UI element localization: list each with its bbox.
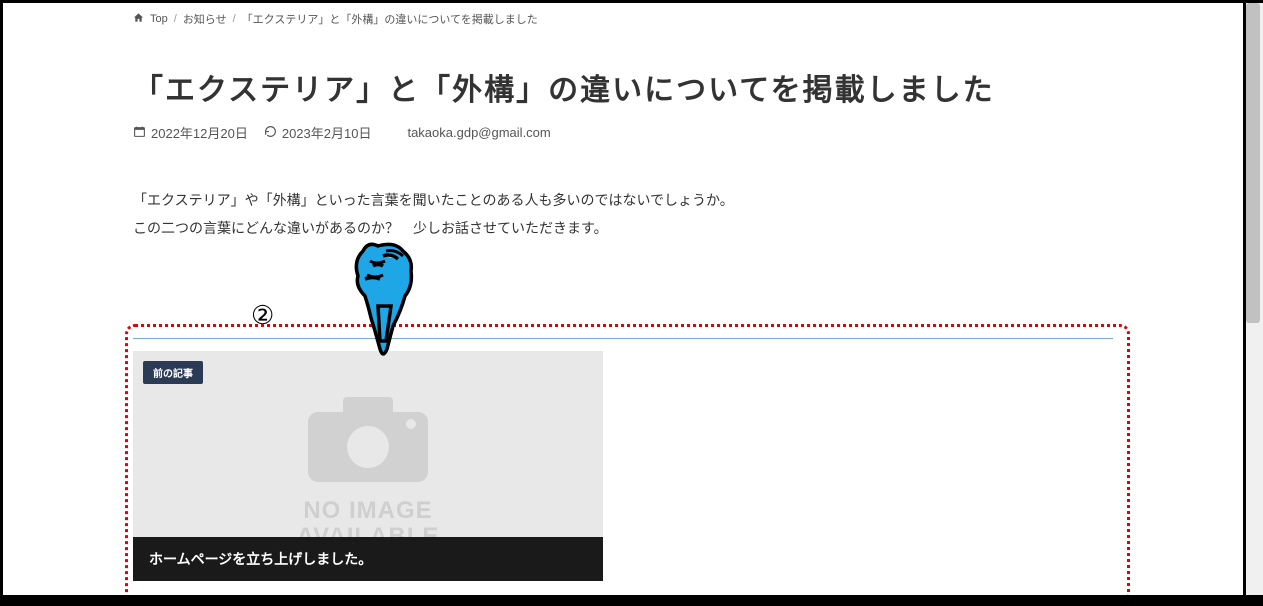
- page-title: 「エクステリア」と「外構」の違いについてを掲載しました: [133, 65, 1113, 109]
- no-image-text-1: NO IMAGE: [297, 498, 440, 524]
- prev-badge: 前の記事: [143, 361, 203, 384]
- article-navigation: 前の記事 NO IMAGE AVAILABLE: [133, 338, 1113, 581]
- published-date: 2022年12月20日: [133, 123, 248, 142]
- body-line-1: 「エクステリア」や「外構」といった言葉を聞いたことのある人も多いのではないでしょ…: [133, 186, 1113, 214]
- breadcrumb-home[interactable]: Top: [150, 13, 168, 25]
- scrollbar-thumb[interactable]: [1246, 3, 1260, 323]
- body-line-2: この二つの言葉にどんな違いがあるのか？ 少しお話させていただきます。: [133, 214, 1113, 242]
- annotation-number: ②: [251, 300, 274, 331]
- updated-date: 2023年2月10日: [264, 123, 372, 142]
- article-content: 「エクステリア」と「外構」の違いについてを掲載しました 2022年12月20日 …: [3, 35, 1243, 581]
- author-link[interactable]: takaoka.gdp@gmail.com: [407, 125, 550, 140]
- breadcrumb-separator: /: [233, 13, 236, 25]
- previous-article-card[interactable]: 前の記事 NO IMAGE AVAILABLE: [133, 351, 603, 581]
- prev-article-title: ホームページを立ち上げしました。: [133, 537, 603, 581]
- article-meta: 2022年12月20日 2023年2月10日 takaoka.gdp@gmail…: [133, 123, 1113, 142]
- published-date-text: 2022年12月20日: [151, 123, 248, 142]
- calendar-icon: [133, 125, 146, 141]
- pointing-hand-icon: [333, 236, 433, 366]
- breadcrumb-separator: /: [174, 13, 177, 25]
- breadcrumb: Top / お知らせ / 「エクステリア」と「外構」の違いについてを掲載しました: [3, 3, 1243, 35]
- camera-icon: [293, 382, 443, 492]
- refresh-icon: [264, 125, 277, 141]
- updated-date-text: 2023年2月10日: [282, 123, 372, 142]
- breadcrumb-category[interactable]: お知らせ: [183, 11, 227, 27]
- page-viewport: Top / お知らせ / 「エクステリア」と「外構」の違いについてを掲載しました…: [3, 3, 1243, 595]
- breadcrumb-current: 「エクステリア」と「外構」の違いについてを掲載しました: [242, 11, 538, 27]
- home-icon: [133, 12, 144, 26]
- related-nav-wrap: ② 前の記事: [133, 338, 1113, 581]
- article-body: 「エクステリア」や「外構」といった言葉を聞いたことのある人も多いのではないでしょ…: [133, 186, 1113, 242]
